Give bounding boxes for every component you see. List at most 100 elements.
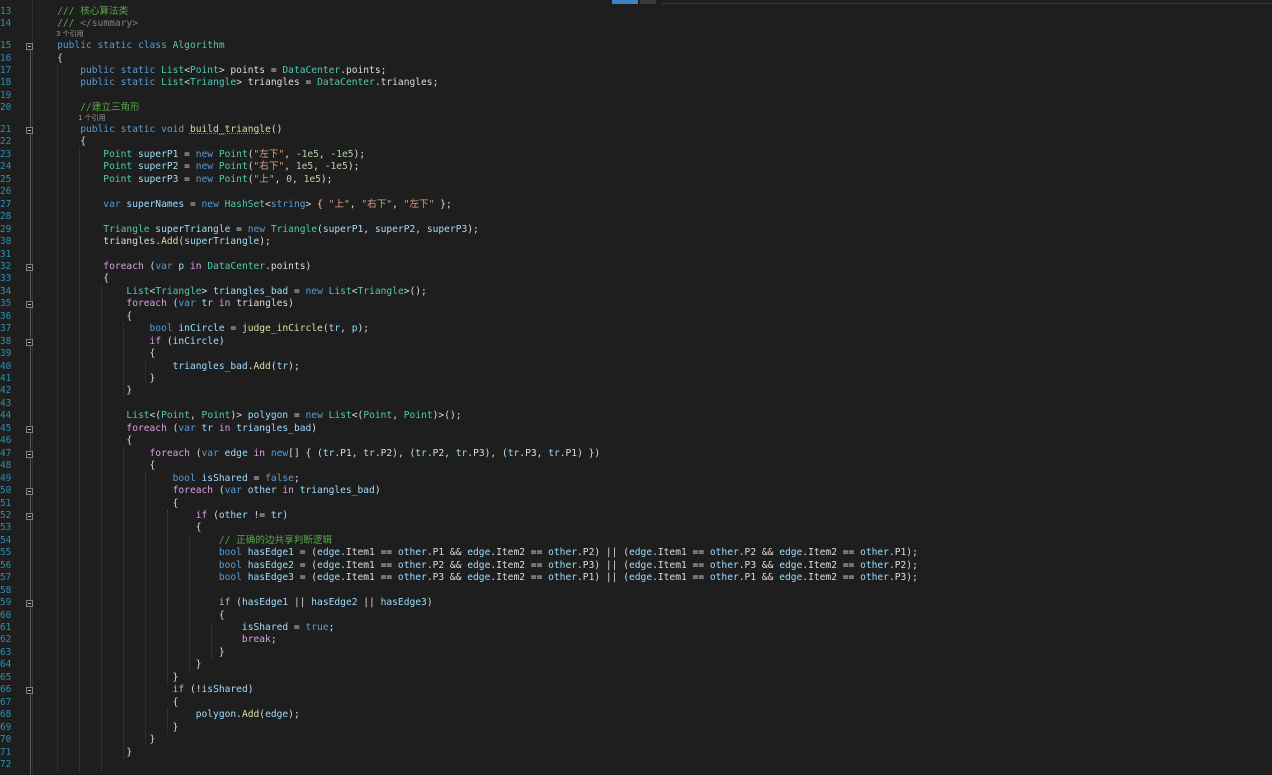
horizontal-scroll-thumb[interactable]: [612, 0, 638, 4]
code-line[interactable]: Triangle superTriangle = new Triangle(su…: [34, 224, 479, 236]
code-token: tr: [455, 447, 468, 459]
code-token: inCircle: [178, 323, 225, 335]
collapse-region-icon[interactable]: [26, 600, 33, 608]
collapse-region-icon[interactable]: [26, 263, 33, 271]
code-line[interactable]: {: [34, 498, 179, 510]
code-token: Point: [161, 410, 190, 422]
code-token: List: [328, 410, 352, 422]
line-number: 29: [0, 223, 12, 235]
code-line[interactable]: if (inCircle): [34, 336, 225, 348]
code-token: other: [548, 559, 578, 571]
code-line[interactable]: bool inCircle = judge_inCircle(tr, p);: [34, 323, 370, 335]
code-token: .P2,: [426, 447, 456, 459]
collapse-region-icon[interactable]: [26, 127, 33, 134]
code-line[interactable]: public static List<Point> points = DataC…: [34, 65, 386, 77]
indent-guide: [123, 322, 124, 398]
code-token: public static: [34, 65, 162, 76]
code-token: inCircle: [172, 335, 219, 347]
code-line[interactable]: {: [34, 435, 132, 447]
code-line[interactable]: List<Triangle> triangles_bad = new List<…: [34, 285, 426, 298]
line-number: 72: [0, 758, 12, 770]
code-line[interactable]: foreach (var tr in triangles): [34, 298, 294, 310]
code-line[interactable]: {: [34, 311, 132, 323]
code-token: =: [184, 198, 202, 210]
code-token: Algorithm: [172, 40, 225, 52]
code-token: ): [426, 597, 433, 609]
code-token: (!: [189, 684, 202, 696]
code-token: List: [34, 410, 150, 422]
code-line[interactable]: }: [34, 373, 156, 385]
code-line[interactable]: }: [34, 672, 179, 684]
code-token: new: [195, 148, 219, 160]
code-line[interactable]: }: [34, 722, 179, 734]
collapse-region-icon[interactable]: [26, 687, 33, 695]
collapse-region-icon[interactable]: [26, 450, 33, 458]
code-token: bool: [34, 572, 248, 584]
code-line[interactable]: bool isShared = false;: [34, 473, 300, 485]
code-editor[interactable]: 13 14 15 16 17 18 19 20 21 22 23 24 25 26 27 28 29 30 31 32…: [0, 0, 1272, 775]
code-token: .Item2 ==: [490, 547, 549, 559]
line-number: 56: [0, 559, 12, 571]
code-line[interactable]: /// 核心算法类: [34, 6, 128, 18]
code-line[interactable]: var superNames = new HashSet<string> { "…: [34, 198, 451, 211]
collapse-region-icon[interactable]: [26, 43, 33, 51]
code-line[interactable]: break;: [34, 634, 277, 646]
code-line[interactable]: public static List<Triangle> triangles =…: [34, 77, 438, 89]
reference-count-codelens[interactable]: 3 个引用: [56, 30, 84, 39]
code-line[interactable]: public static void build_triangle(): [34, 124, 282, 136]
collapse-region-icon[interactable]: [26, 512, 33, 520]
code-line[interactable]: Point superP1 = new Point("左下", -1e5, -1…: [34, 149, 365, 161]
code-line[interactable]: }: [34, 747, 132, 759]
code-token: Triangle: [155, 285, 202, 297]
code-line[interactable]: {: [34, 697, 179, 709]
code-line[interactable]: }: [34, 385, 132, 397]
code-line[interactable]: triangles.Add(superTriangle);: [34, 236, 271, 248]
code-token: tr: [201, 422, 214, 434]
code-line[interactable]: /// </summary>: [34, 18, 138, 30]
code-token: > points =: [218, 65, 283, 76]
code-line[interactable]: foreach (var p in DataCenter.points): [34, 261, 311, 273]
code-line[interactable]: //建立三角形: [34, 102, 140, 114]
reference-count-codelens[interactable]: 1 个引用: [78, 114, 106, 123]
collapse-region-icon[interactable]: [26, 425, 33, 433]
code-line[interactable]: foreach (var edge in new[] { (tr.P1, tr.…: [34, 447, 601, 460]
code-line[interactable]: }: [34, 659, 202, 671]
code-line[interactable]: {: [34, 610, 225, 622]
code-line[interactable]: Point superP2 = new Point("右下", 1e5, -1e…: [34, 161, 359, 173]
code-token: .P1,: [334, 447, 364, 459]
code-line[interactable]: {: [34, 273, 109, 285]
code-line[interactable]: {: [34, 136, 86, 148]
code-token: .P1 &&: [738, 572, 780, 584]
code-line[interactable]: {: [34, 460, 156, 472]
code-line[interactable]: if (!isShared): [34, 684, 254, 696]
collapse-region-icon[interactable]: [26, 338, 33, 346]
code-line[interactable]: public static class Algorithm: [34, 40, 225, 52]
code-line[interactable]: {: [34, 53, 63, 65]
code-line[interactable]: List<(Point, Point)> polygon = new List<…: [34, 410, 461, 422]
code-line[interactable]: {: [34, 348, 156, 360]
code-token: triangles): [236, 298, 294, 310]
code-line[interactable]: if (other != tr): [34, 510, 288, 522]
line-number: 21: [0, 124, 12, 135]
code-token: edge: [265, 709, 289, 721]
code-line[interactable]: triangles_bad.Add(tr);: [34, 361, 300, 373]
code-line[interactable]: }: [34, 734, 156, 746]
code-token: .P3) || (: [577, 559, 629, 571]
code-token: > {: [305, 198, 329, 210]
code-line[interactable]: foreach (var other in triangles_bad): [34, 485, 381, 497]
collapse-region-icon[interactable]: [26, 488, 33, 496]
code-token: ,: [392, 198, 404, 210]
code-token: );: [353, 148, 366, 160]
code-line[interactable]: if (hasEdge1 || hasEdge2 || hasEdge3): [34, 597, 433, 609]
line-number: 50: [0, 485, 12, 497]
code-token: =: [247, 472, 266, 484]
code-line[interactable]: {: [34, 522, 202, 534]
code-token: ;: [270, 634, 277, 646]
code-token: other: [860, 559, 889, 571]
code-token: Add: [161, 236, 179, 248]
collapse-region-icon[interactable]: [26, 301, 33, 309]
code-line[interactable]: }: [34, 647, 225, 659]
code-line[interactable]: foreach (var tr in triangles_bad): [34, 423, 317, 435]
code-token: tr: [363, 447, 375, 459]
code-token: Point: [218, 148, 248, 160]
